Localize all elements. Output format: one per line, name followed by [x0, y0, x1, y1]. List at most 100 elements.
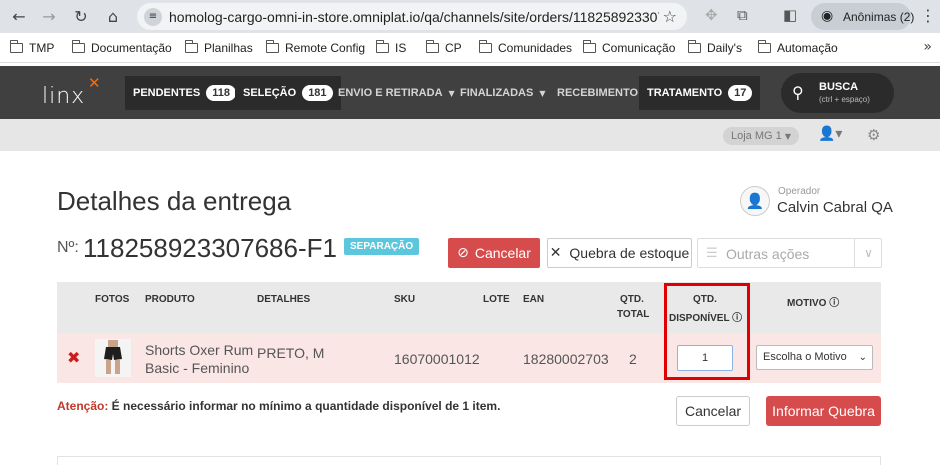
- list-icon: ☰: [706, 246, 718, 261]
- table-row: ✖ Shorts Oxer Rum Basic - Feminino PRETO…: [57, 333, 881, 383]
- product-ean: 18280002703: [523, 351, 609, 367]
- bookmark-folder[interactable]: TMP: [9, 40, 54, 55]
- info-icon[interactable]: ⓘ: [829, 298, 839, 309]
- nav-envio-retirada[interactable]: ENVIO E RETIRADA ▼: [330, 76, 463, 110]
- site-info-icon[interactable]: ≡: [144, 8, 162, 26]
- count-badge: 118: [206, 85, 236, 101]
- count-badge: 181: [302, 85, 333, 101]
- profile-label: Anônimas (2): [843, 10, 915, 24]
- product-name-line2: Basic - Feminino: [145, 360, 250, 376]
- qtd-total: 2: [629, 351, 637, 367]
- page-title: Detalhes da entrega: [57, 186, 292, 216]
- cancel-button[interactable]: Cancelar: [676, 396, 750, 426]
- side-panel-icon[interactable]: ◧: [783, 6, 797, 24]
- bookmarks-bar: TMP Documentação Planilhas Remote Config…: [0, 33, 940, 63]
- url-text[interactable]: homolog-cargo-omni-in-store.omniplat.io/…: [169, 9, 659, 25]
- folder-icon: [478, 40, 492, 53]
- nav-tratamento[interactable]: TRATAMENTO 17: [639, 76, 761, 110]
- header-detalhes: DETALHES: [257, 294, 311, 305]
- operator-name: Calvin Cabral QA: [777, 199, 893, 216]
- cancel-order-button[interactable]: ⊘ Cancelar: [448, 238, 540, 268]
- product-photo[interactable]: [95, 339, 131, 377]
- folder-icon: [71, 40, 85, 53]
- bookmark-folder[interactable]: Daily's: [687, 40, 742, 55]
- next-panel: [57, 456, 881, 465]
- order-prefix: Nº:: [57, 239, 79, 256]
- bookmark-folder[interactable]: Automação: [757, 40, 838, 55]
- highlight-annotation: [664, 283, 750, 380]
- bookmark-folder[interactable]: Comunidades: [478, 40, 572, 55]
- folder-icon: [687, 40, 701, 53]
- chevron-down-icon[interactable]: ∨: [854, 239, 882, 267]
- remove-item-icon[interactable]: ✖: [67, 348, 80, 367]
- items-table-header: FOTOS PRODUTO DETALHES SKU LOTE EAN QTD.…: [57, 282, 881, 333]
- bookmark-folder[interactable]: Documentação: [71, 40, 172, 55]
- order-number: 118258923307686-F1: [83, 233, 337, 263]
- status-badge: SEPARAÇÃO: [344, 238, 420, 255]
- browser-toolbar: ← → ↻ ⌂ ≡ homolog-cargo-omni-in-store.om…: [0, 0, 940, 33]
- incognito-icon: ◉: [821, 8, 834, 24]
- folder-icon: [582, 40, 596, 53]
- nav-finalizadas[interactable]: FINALIZADAS ▼: [452, 76, 553, 110]
- bookmark-folder[interactable]: Remote Config: [265, 40, 365, 55]
- stock-break-button[interactable]: ✕ Quebra de estoque: [547, 238, 692, 268]
- report-break-button[interactable]: Informar Quebra: [766, 396, 881, 426]
- search-icon: ⚲: [792, 83, 804, 102]
- address-bar[interactable]: ≡ homolog-cargo-omni-in-store.omniplat.i…: [137, 3, 687, 30]
- header-lote: LOTE: [483, 294, 510, 305]
- other-actions-dropdown[interactable]: ☰ Outras ações ∨: [697, 238, 882, 268]
- header-motivo: MOTIVO ⓘ: [787, 298, 840, 309]
- bookmarks-overflow-icon[interactable]: »: [923, 39, 932, 55]
- product-details: PRETO, M: [257, 345, 325, 361]
- linx-logo[interactable]: linx: [42, 84, 85, 109]
- gear-icon[interactable]: ⚙: [867, 126, 880, 144]
- reason-select[interactable]: Escolha o Motivo ⌄: [756, 345, 873, 370]
- logo-mark-icon: ✕: [88, 74, 101, 92]
- folder-icon: [265, 40, 279, 53]
- chevron-down-icon: ⌄: [858, 352, 867, 363]
- nav-recebimento[interactable]: RECEBIMENTO: [549, 76, 646, 110]
- app-header: linx ✕ PENDENTES 118 SELEÇÃO 181 ENVIO E…: [0, 66, 940, 119]
- product-sku: 16070001012: [394, 351, 480, 367]
- header-produto: PRODUTO: [145, 294, 195, 305]
- header-ean: EAN: [523, 294, 545, 305]
- header-qtd-total-line1: QTD.: [620, 294, 644, 305]
- forward-arrow-icon[interactable]: →: [38, 5, 60, 27]
- validation-warning: Atenção: É necessário informar no mínimo…: [57, 399, 501, 413]
- incognito-profile-button[interactable]: ◉ Anônimas (2): [811, 3, 915, 30]
- reload-icon[interactable]: ↻: [70, 5, 92, 27]
- bookmark-folder[interactable]: IS: [375, 40, 406, 55]
- search-button[interactable]: ⚲ BUSCA (ctrl + espaço): [781, 73, 894, 113]
- folder-icon: [375, 40, 389, 53]
- close-icon: ✕: [549, 245, 562, 261]
- count-badge: 17: [728, 85, 753, 101]
- bookmark-star-icon[interactable]: ☆: [663, 7, 677, 26]
- bookmark-folder[interactable]: Comunicação: [582, 40, 675, 55]
- browser-menu-icon[interactable]: ⋮: [920, 6, 936, 25]
- nav-pendentes[interactable]: PENDENTES 118: [125, 76, 244, 110]
- extensions-puzzle-icon[interactable]: ⧉: [737, 6, 748, 24]
- extension-icon[interactable]: ✥: [705, 6, 718, 24]
- user-menu-icon[interactable]: 👤▾: [818, 126, 842, 142]
- caret-down-icon: ▼: [539, 88, 546, 98]
- header-fotos: FOTOS: [95, 294, 130, 305]
- back-arrow-icon[interactable]: ←: [8, 5, 30, 27]
- header-sku: SKU: [394, 294, 416, 305]
- shorts-image: [95, 339, 131, 377]
- folder-icon: [425, 40, 439, 53]
- ban-icon: ⊘: [457, 245, 469, 261]
- store-bar: Loja MG 1 ▼ 👤▾ ⚙: [0, 119, 940, 151]
- nav-selecao[interactable]: SELEÇÃO 181: [235, 76, 341, 110]
- store-selector[interactable]: Loja MG 1 ▼: [723, 127, 799, 145]
- folder-icon: [9, 40, 23, 53]
- product-name-line1: Shorts Oxer Rum: [145, 342, 254, 358]
- header-qtd-total-line2: TOTAL: [617, 309, 650, 320]
- caret-down-icon: ▼: [784, 132, 791, 141]
- folder-icon: [757, 40, 771, 53]
- home-icon[interactable]: ⌂: [102, 5, 124, 27]
- bookmark-folder[interactable]: CP: [425, 40, 462, 55]
- bookmark-folder[interactable]: Planilhas: [184, 40, 253, 55]
- operator-label: Operador: [778, 186, 821, 197]
- operator-avatar-icon: 👤: [740, 186, 770, 216]
- folder-icon: [184, 40, 198, 53]
